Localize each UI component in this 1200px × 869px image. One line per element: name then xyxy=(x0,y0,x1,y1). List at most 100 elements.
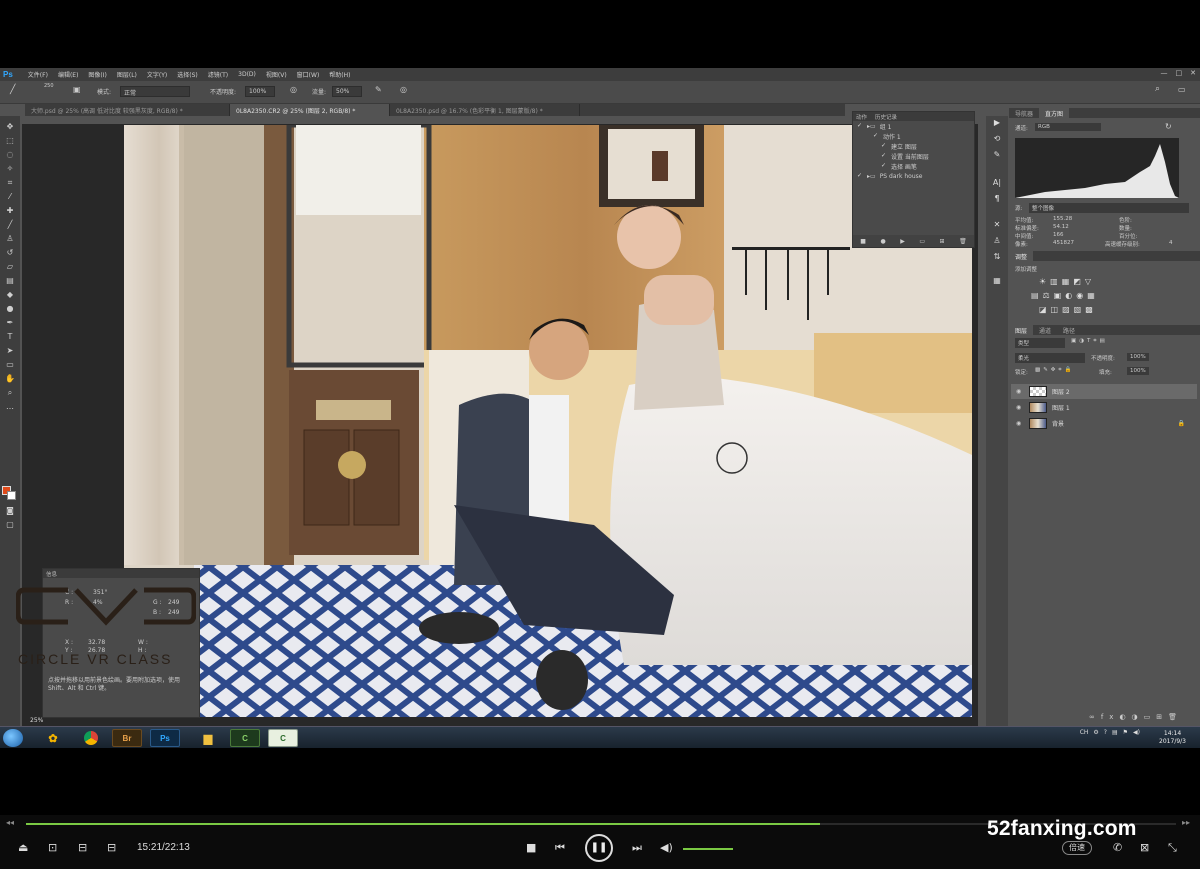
folder-icon-taskbar[interactable]: ▆ xyxy=(193,729,223,747)
action-row[interactable]: ✓ 动作 1 xyxy=(853,131,974,141)
start-button[interactable] xyxy=(3,729,23,747)
info-title[interactable]: 信息 xyxy=(46,570,57,578)
menu-file[interactable]: 文件(F) xyxy=(23,70,53,79)
language-indicator[interactable]: CH xyxy=(1080,729,1089,736)
tab-history[interactable]: 历史记录 xyxy=(875,113,897,121)
layers-footer-icons[interactable]: ∞fx◐◑▭⊞🗑 xyxy=(1089,713,1183,721)
layer-row[interactable]: ◉ 图层 1 xyxy=(1011,400,1197,415)
menu-select[interactable]: 选择(S) xyxy=(172,70,203,79)
tab-document-1[interactable]: 大师.psd @ 25% (高调 低对比度 较强黑灰度, RGB/8) * xyxy=(25,104,230,116)
eraser-tool-icon[interactable]: ▱ xyxy=(4,262,16,272)
mode-select[interactable]: 正常 xyxy=(120,86,190,97)
tab-histogram[interactable]: 直方图 xyxy=(1039,108,1070,118)
brush-tool-icon-side[interactable]: ╱ xyxy=(4,220,16,230)
lock-icons[interactable]: ▩✎✥⌗🔒 xyxy=(1035,367,1074,374)
brush-tool-icon[interactable]: ╱ xyxy=(10,85,15,95)
blur-tool-icon[interactable]: ◆ xyxy=(4,290,16,300)
brush-size[interactable]: 250 xyxy=(44,83,54,89)
menu-help[interactable]: 帮助(H) xyxy=(324,70,355,79)
type-tool-icon[interactable]: T xyxy=(4,332,16,342)
channel-select[interactable]: RGB xyxy=(1035,123,1101,131)
fullscreen-icon[interactable]: ⤡ xyxy=(1168,841,1177,855)
tab-paths[interactable]: 路径 xyxy=(1057,325,1081,335)
bridge-app[interactable]: Br xyxy=(112,729,142,747)
marquee-tool-icon[interactable]: ⬚ xyxy=(4,136,16,146)
next-button[interactable]: ⏭ xyxy=(632,841,642,855)
background-color-swatch[interactable] xyxy=(7,491,16,500)
playback-speed-button[interactable]: 倍速 xyxy=(1062,841,1092,855)
volume-icon[interactable]: ◀) xyxy=(1133,729,1140,736)
adjustment-icons-row-2[interactable]: ▤⚖▣◐◉▦ xyxy=(1031,291,1099,300)
seek-back-icon[interactable]: ◂◂ xyxy=(6,818,14,827)
new-set-icon[interactable]: ▭ xyxy=(919,238,925,245)
layer-comps-icon[interactable]: ▦ xyxy=(991,276,1003,286)
properties-icon[interactable]: ⇅ xyxy=(991,252,1003,262)
path-select-icon[interactable]: ➤ xyxy=(4,346,16,356)
zoom-level[interactable]: 25% xyxy=(30,717,43,724)
play-panel-icon[interactable]: ▶ xyxy=(991,118,1003,128)
history-panel-icon[interactable]: ⟲ xyxy=(991,134,1003,144)
opacity-field[interactable]: 100% xyxy=(245,86,275,97)
seek-forward-icon[interactable]: ▸▸ xyxy=(1182,818,1190,827)
record-icon-player[interactable]: ✆ xyxy=(1113,841,1122,854)
danmaku-icon[interactable]: ⊟ xyxy=(107,841,116,854)
screen-mode-icon[interactable]: ▢ xyxy=(4,520,16,530)
app-icon-colorful[interactable]: ✿ xyxy=(38,729,68,747)
visibility-eye-icon[interactable]: ◉ xyxy=(1016,420,1024,427)
network-icon[interactable]: ▤ xyxy=(1112,729,1118,736)
menu-layer[interactable]: 图层(L) xyxy=(112,70,142,79)
flow-field[interactable]: 50% xyxy=(332,86,362,97)
dodge-tool-icon[interactable]: ● xyxy=(4,304,16,314)
previous-button[interactable]: ⏮ xyxy=(555,841,565,855)
check-icon[interactable]: ✓ xyxy=(881,153,887,159)
check-icon[interactable]: ✓ xyxy=(857,123,863,129)
quick-select-tool-icon[interactable]: ✧ xyxy=(4,164,16,174)
brush-panel-icon-dock[interactable]: ✎ xyxy=(991,150,1003,160)
menu-3d[interactable]: 3D(D) xyxy=(233,71,261,78)
move-tool-icon[interactable]: ✥ xyxy=(4,122,16,132)
brush-panel-icon[interactable]: ▣ xyxy=(73,85,81,94)
help-icon[interactable]: ? xyxy=(1104,729,1107,736)
action-row[interactable]: ✓ ▸▭ PS dark house xyxy=(853,171,974,181)
shape-tool-icon[interactable]: ▭ xyxy=(4,360,16,370)
tab-layers[interactable]: 图层 xyxy=(1009,325,1034,335)
playlist-icon[interactable]: ⊠ xyxy=(1140,841,1149,854)
refresh-icon[interactable]: ↻ xyxy=(1165,122,1172,131)
volume-icon-player[interactable]: ◀) xyxy=(660,841,673,854)
tray-icon[interactable]: ⚙ xyxy=(1093,729,1098,736)
source-select[interactable]: 整个图像 xyxy=(1029,203,1189,213)
menu-edit[interactable]: 编辑(E) xyxy=(53,70,83,79)
pressure-opacity-icon[interactable]: ◎ xyxy=(290,85,297,94)
check-icon[interactable]: ✓ xyxy=(873,133,879,139)
volume-slider[interactable] xyxy=(683,848,733,850)
subtitle-icon[interactable]: ⊟ xyxy=(78,841,87,854)
action-row[interactable]: ✓ 设置 当前图层 xyxy=(853,151,974,161)
adjustment-icons-row-1[interactable]: ☀▥▦◩▽ xyxy=(1039,277,1095,286)
menu-view[interactable]: 视图(V) xyxy=(261,70,292,79)
layer-filter-icons[interactable]: ▣◑T⌗▤ xyxy=(1071,338,1108,345)
crop-tool-icon[interactable]: ⌗ xyxy=(4,178,16,188)
layer-kind-filter[interactable]: 类型 xyxy=(1015,338,1065,348)
eyedropper-tool-icon[interactable]: ⁄ xyxy=(4,192,16,202)
photoshop-app[interactable]: Ps xyxy=(150,729,180,747)
stop-icon[interactable]: ■ xyxy=(860,238,866,245)
action-row[interactable]: ✓ ▸▭ 组 1 xyxy=(853,121,974,131)
more-tools-icon[interactable]: … xyxy=(4,402,16,412)
menu-filter[interactable]: 滤镜(T) xyxy=(203,70,233,79)
stamp-tool-icon[interactable]: ♙ xyxy=(4,234,16,244)
lasso-tool-icon[interactable]: ◌ xyxy=(4,150,16,160)
visibility-eye-icon[interactable]: ◉ xyxy=(1016,388,1024,395)
character-panel-icon[interactable]: A| xyxy=(991,178,1003,188)
maximize-icon[interactable]: □ xyxy=(1176,69,1183,77)
tab-channels[interactable]: 通道 xyxy=(1033,325,1057,335)
chrome-icon[interactable] xyxy=(76,729,106,747)
pause-button[interactable]: ❚❚ xyxy=(585,834,613,862)
eject-icon[interactable]: ⏏ xyxy=(18,841,28,854)
hand-tool-icon[interactable]: ✋ xyxy=(4,374,16,384)
minimize-icon[interactable]: — xyxy=(1161,69,1168,77)
check-icon[interactable]: ✓ xyxy=(881,143,887,149)
fill-field[interactable]: 100% xyxy=(1127,367,1149,375)
action-row[interactable]: ✓ 建立 图层 xyxy=(853,141,974,151)
camtasia-app[interactable]: C xyxy=(230,729,260,747)
clone-source-icon[interactable]: ♙ xyxy=(991,236,1003,246)
